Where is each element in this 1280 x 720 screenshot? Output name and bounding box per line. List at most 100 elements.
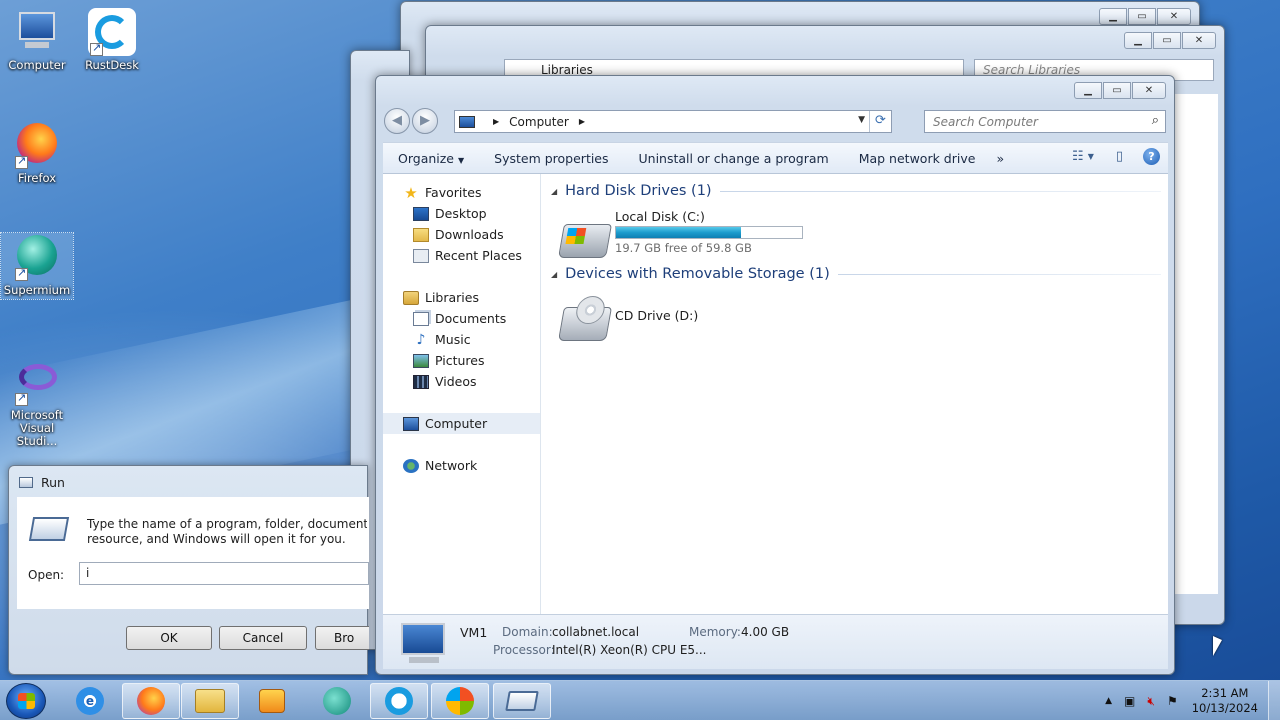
drive-name-c: Local Disk (C:) (615, 209, 705, 224)
drive-name-d: CD Drive (D:) (615, 308, 699, 323)
nav-computer[interactable]: Computer (383, 413, 540, 434)
taskbar-run-dialog[interactable] (493, 683, 551, 719)
navigation-buttons: ◀ ▶ (384, 108, 440, 134)
drive-usage-fill (616, 227, 741, 238)
run-dialog[interactable]: Run Type the name of a program, folder, … (8, 465, 369, 675)
taskbar: e ▲ ▣ 🔇︎ ⚑ 2:31 AM 10/13/2024 (0, 680, 1280, 720)
map-network-drive-button[interactable]: Map network drive (844, 151, 991, 166)
help-icon[interactable]: ? (1143, 148, 1160, 165)
collapse-triangle-icon[interactable]: ◢ (551, 187, 557, 196)
taskbar-file-explorer[interactable] (181, 683, 239, 719)
action-center-flag-icon[interactable]: ⚑ (1167, 694, 1178, 708)
start-button[interactable] (6, 683, 46, 719)
show-hidden-icons-icon[interactable]: ▲ (1105, 696, 1112, 706)
maximize-icon[interactable]: ▭ (1128, 8, 1156, 25)
browse-button[interactable]: Bro (315, 626, 369, 650)
supermium-icon (13, 233, 61, 281)
nav-label: Pictures (435, 353, 485, 368)
nav-recent-places[interactable]: Recent Places (383, 245, 540, 266)
refresh-icon[interactable]: ⟳ (869, 111, 891, 132)
maximize-button[interactable]: ▭ (1103, 82, 1131, 99)
nav-libraries[interactable]: Libraries (383, 287, 540, 308)
address-bar[interactable]: ▶ Computer ▶ ▼ ⟳ (454, 110, 892, 133)
chevron-down-icon[interactable]: ▼ (858, 115, 865, 125)
search-icon[interactable]: ⌕ (1152, 113, 1159, 128)
breadcrumb-computer[interactable]: Computer (509, 115, 569, 129)
system-tray: ▲ ▣ 🔇︎ ⚑ 2:31 AM 10/13/2024 (1099, 681, 1280, 720)
preview-pane-icon[interactable]: ▯ (1116, 149, 1123, 164)
chevron-down-icon[interactable]: ▼ (1088, 152, 1094, 161)
volume-muted-icon[interactable]: 🔇︎ (1147, 694, 1155, 709)
nav-downloads[interactable]: Downloads (383, 224, 540, 245)
taskbar-internet-explorer[interactable]: e (61, 683, 119, 719)
maximize-icon[interactable]: ▭ (1153, 32, 1181, 49)
taskbar-supermium[interactable] (308, 683, 366, 719)
system-properties-button[interactable]: System properties (479, 151, 623, 166)
nav-desktop[interactable]: Desktop (383, 203, 540, 224)
desktop-icon-visual-studio[interactable]: Microsoft Visual Studi... (1, 358, 73, 448)
clock[interactable]: 2:31 AM 10/13/2024 (1192, 686, 1258, 716)
close-icon[interactable]: ✕ (1182, 32, 1216, 49)
close-button[interactable]: ✕ (1132, 82, 1166, 99)
nav-network[interactable]: Network (383, 455, 540, 476)
nav-label: Music (435, 332, 471, 347)
back-button[interactable]: ◀ (384, 108, 410, 134)
show-desktop-button[interactable] (1268, 681, 1280, 720)
breadcrumb-separator-icon[interactable]: ▶ (493, 117, 499, 126)
view-options-icon[interactable]: ☷ (1072, 149, 1084, 164)
desktop-icon-supermium[interactable]: Supermium (0, 232, 74, 300)
search-computer-input[interactable]: Search Computer ⌕ (924, 110, 1166, 133)
memory-label: Memory: (689, 625, 741, 639)
close-icon[interactable]: ✕ (1157, 8, 1191, 25)
navigation-pane: ★ Favorites Desktop Downloads Recent Plac… (383, 174, 541, 614)
nav-label: Favorites (425, 185, 482, 200)
explorer-window-computer[interactable]: ▁ ▭ ✕ ◀ ▶ ▶ Computer ▶ ▼ ⟳ Search Computer… (375, 75, 1175, 675)
breadcrumb-separator-icon[interactable]: ▶ (579, 117, 585, 126)
desktop-icon-computer[interactable]: Computer (1, 8, 73, 72)
domain-label: Domain: (502, 625, 553, 639)
nav-label: Recent Places (435, 248, 522, 263)
minimize-icon[interactable]: ▁ (1099, 8, 1127, 25)
cancel-button[interactable]: Cancel (219, 626, 307, 650)
videos-icon (413, 374, 429, 389)
group-header-hard-disk-drives[interactable]: ◢ Hard Disk Drives (1) (551, 183, 1161, 199)
nav-videos[interactable]: Videos (383, 371, 540, 392)
open-input[interactable]: i (79, 562, 369, 585)
taskbar-firefox[interactable] (122, 683, 180, 719)
nav-pictures[interactable]: Pictures (383, 350, 540, 371)
taskbar-media-player[interactable] (243, 683, 301, 719)
run-icon (505, 691, 539, 711)
nav-label: Documents (435, 311, 507, 326)
folder-icon (195, 689, 225, 713)
desktop-icon-firefox[interactable]: Firefox (1, 121, 73, 185)
more-commands-button[interactable]: » (990, 151, 1010, 166)
content-pane: ◢ Hard Disk Drives (1) Local Disk (C:) 1… (543, 174, 1168, 614)
pictures-icon (413, 353, 429, 368)
collapse-triangle-icon[interactable]: ◢ (551, 270, 557, 279)
run-description: Type the name of a program, folder, docu… (87, 517, 367, 547)
minimize-icon[interactable]: ▁ (1124, 32, 1152, 49)
domain-value: collabnet.local (552, 625, 640, 639)
clock-time: 2:31 AM (1201, 686, 1249, 700)
minimize-button[interactable]: ▁ (1074, 82, 1102, 99)
visual-studio-icon (13, 358, 61, 406)
uninstall-program-button[interactable]: Uninstall or change a program (624, 151, 844, 166)
computer-icon (401, 623, 445, 663)
taskbar-rustdesk[interactable] (370, 683, 428, 719)
nav-favorites[interactable]: ★ Favorites (383, 182, 540, 203)
open-label: Open: (28, 568, 65, 582)
ok-button[interactable]: OK (126, 626, 212, 650)
nav-label: Desktop (435, 206, 487, 221)
run-title: Run (41, 475, 65, 490)
nav-documents[interactable]: Documents (383, 308, 540, 329)
taskbar-windows-app[interactable] (431, 683, 489, 719)
memory-value: 4.00 GB (741, 625, 790, 639)
computer-name: VM1 (460, 625, 488, 640)
network-tray-icon[interactable]: ▣ (1124, 694, 1135, 708)
nav-music[interactable]: ♪ Music (383, 329, 540, 350)
group-header-removable-storage[interactable]: ◢ Devices with Removable Storage (1) (551, 266, 1161, 282)
desktop-icon-rustdesk[interactable]: RustDesk (76, 8, 148, 72)
organize-button[interactable]: Organize ▼ (383, 151, 479, 166)
forward-button[interactable]: ▶ (412, 108, 438, 134)
organize-label: Organize (398, 150, 454, 166)
